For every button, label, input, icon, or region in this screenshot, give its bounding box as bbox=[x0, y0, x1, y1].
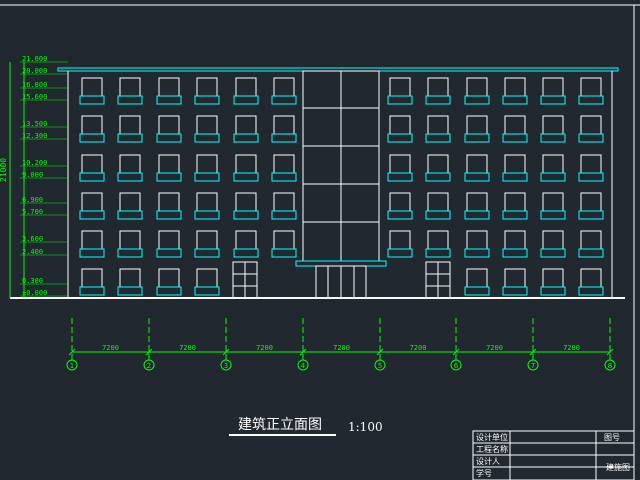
drawing-title: 建筑正立面图 bbox=[238, 417, 322, 433]
title-block-drawing-no: 图号 bbox=[604, 433, 620, 442]
elevation-label: 13.500 bbox=[22, 120, 47, 128]
elevation-label: 9.000 bbox=[22, 171, 43, 179]
elevation-label: 15.600 bbox=[22, 93, 47, 101]
title-block-design-unit: 设计单位 bbox=[476, 432, 508, 442]
elevation-drawing-canvas: 21000 21.000 20.000 16.800 15.600 13.500 12.3… bbox=[0, 0, 640, 480]
axis-number: 2 bbox=[147, 362, 151, 370]
elevation-label: 21.000 bbox=[22, 55, 47, 63]
axis-number: 4 bbox=[301, 362, 306, 370]
elevation-label: 5.700 bbox=[22, 208, 43, 216]
bay-dimension: 7200 bbox=[256, 344, 273, 352]
elevation-label: 6.900 bbox=[22, 196, 43, 204]
axis-number: 6 bbox=[454, 362, 459, 370]
title-block-designer: 设计人 bbox=[476, 456, 500, 466]
bay-dimension: 7200 bbox=[563, 344, 580, 352]
elevation-label: 0.300 bbox=[22, 277, 43, 285]
title-block-project-name: 工程名称 bbox=[476, 444, 508, 454]
elevation-label: 12.300 bbox=[22, 132, 47, 140]
title-block-sheet: 建施图 bbox=[606, 462, 630, 472]
elevation-label: 2.400 bbox=[22, 248, 43, 256]
elevation-label: ±0.000 bbox=[22, 289, 47, 297]
elevation-label: 16.800 bbox=[22, 81, 47, 89]
elevation-label: 3.600 bbox=[22, 235, 43, 243]
bay-dimension: 7200 bbox=[333, 344, 350, 352]
bay-dimension: 7200 bbox=[486, 344, 503, 352]
axis-number: 1 bbox=[70, 362, 74, 370]
title-block-student-id: 学号 bbox=[476, 468, 492, 478]
bay-dimension: 7200 bbox=[410, 344, 427, 352]
axis-number: 3 bbox=[224, 362, 228, 370]
elevation-label: 20.000 bbox=[22, 67, 47, 75]
bay-dimension: 7200 bbox=[179, 344, 196, 352]
elevation-label: 10.200 bbox=[22, 159, 47, 167]
axis-number: 5 bbox=[378, 362, 382, 370]
axis-number: 8 bbox=[608, 362, 612, 370]
bay-dimension: 7200 bbox=[102, 344, 119, 352]
axis-number: 7 bbox=[531, 362, 535, 370]
drawing-scale: 1:100 bbox=[348, 420, 383, 434]
total-height-label: 21000 bbox=[0, 158, 8, 182]
